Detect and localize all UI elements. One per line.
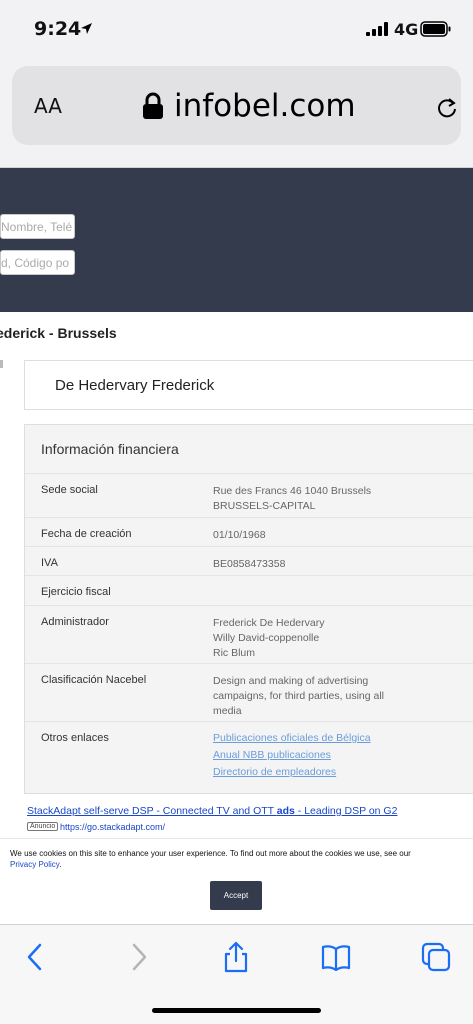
signal-icon bbox=[366, 22, 388, 36]
privacy-policy-link[interactable]: Privacy Policy bbox=[10, 860, 59, 869]
ad-url[interactable]: https://go.stackadapt.com/ bbox=[60, 822, 165, 832]
row-iva: IVA BE0858473358 bbox=[25, 546, 473, 575]
search-location-input[interactable]: d, Código po bbox=[0, 250, 75, 275]
row-clasificacion-nacebel: Clasificación Nacebel Design and making … bbox=[25, 663, 473, 721]
lock-icon bbox=[143, 92, 163, 119]
browser-address-area: AA infobel.com bbox=[0, 58, 473, 168]
ad-badge: Anuncio bbox=[27, 822, 59, 831]
forward-icon[interactable] bbox=[122, 941, 154, 973]
status-time: 9:24 bbox=[34, 18, 82, 40]
row-otros-enlaces: Otros enlaces Publicaciones oficiales de… bbox=[25, 721, 473, 793]
link-publicaciones-oficiales[interactable]: Publicaciones oficiales de Bélgica bbox=[213, 730, 393, 747]
cookie-banner: We use cookies on this site to enhance y… bbox=[0, 838, 473, 924]
value-line: Ric Blum bbox=[213, 647, 256, 659]
link-nbb-publicaciones[interactable]: Anual NBB publicaciones bbox=[213, 747, 393, 764]
row-value: BE0858473358 bbox=[213, 557, 393, 572]
value-line: BRUSSELS-CAPITAL bbox=[213, 500, 316, 512]
address-bar[interactable]: AA infobel.com bbox=[12, 66, 461, 145]
company-name-card: De Hedervary Frederick bbox=[24, 360, 473, 410]
value-line: media bbox=[213, 705, 242, 717]
company-name: De Hedervary Frederick bbox=[55, 377, 215, 394]
row-label: Administrador bbox=[41, 616, 109, 628]
row-fecha-creacion: Fecha de creación 01/10/1968 bbox=[25, 517, 473, 546]
ad-headline-part2: - Leading DSP on G2 bbox=[294, 805, 398, 817]
tabs-icon[interactable] bbox=[420, 941, 452, 973]
financial-info-title: Información financiera bbox=[41, 441, 179, 457]
value-line: BE0858473358 bbox=[213, 558, 286, 570]
row-label: IVA bbox=[41, 557, 58, 569]
cookie-message: We use cookies on this site to enhance y… bbox=[10, 849, 411, 858]
back-icon[interactable] bbox=[20, 941, 52, 973]
link-directorio-empleadores[interactable]: Directorio de empleadores bbox=[213, 764, 393, 781]
reader-settings-button[interactable]: AA bbox=[34, 94, 62, 118]
row-label: Fecha de creación bbox=[41, 528, 132, 540]
reload-icon[interactable] bbox=[436, 97, 458, 119]
value-line: Frederick De Hedervary bbox=[213, 617, 325, 629]
value-line: Willy David-coppenolle bbox=[213, 632, 320, 644]
row-label: Otros enlaces bbox=[41, 732, 109, 744]
value-line: 01/10/1968 bbox=[213, 529, 266, 541]
url-text: infobel.com bbox=[174, 88, 356, 124]
financial-info-panel: Información financiera Sede social Rue d… bbox=[24, 424, 473, 794]
share-icon[interactable] bbox=[220, 941, 252, 973]
battery-icon bbox=[420, 21, 451, 37]
value-line: Rue des Francs 46 1040 Brussels bbox=[213, 485, 372, 497]
status-bar: 9:24 4G bbox=[0, 0, 473, 58]
row-sede-social: Sede social Rue des Francs 46 1040 Bruss… bbox=[25, 473, 473, 517]
row-administrador: Administrador Frederick De Hedervary Wil… bbox=[25, 605, 473, 663]
network-type: 4G bbox=[394, 20, 419, 39]
search-name-input[interactable]: Nombre, Telé bbox=[0, 214, 75, 239]
row-value: Design and making of advertising campaig… bbox=[213, 674, 393, 719]
row-label: Sede social bbox=[41, 484, 98, 496]
bookmarks-icon[interactable] bbox=[320, 941, 352, 973]
row-label: Clasificación Nacebel bbox=[41, 674, 147, 686]
ad-headline-part1: StackAdapt self-serve DSP - Connected TV… bbox=[27, 805, 277, 817]
location-arrow-icon bbox=[81, 23, 92, 34]
page-title: ederick - Brussels bbox=[0, 325, 117, 341]
row-links: Publicaciones oficiales de Bélgica Anual… bbox=[213, 730, 393, 781]
value-line: Design and making of advertising bbox=[213, 675, 369, 687]
cookie-text: We use cookies on this site to enhance y… bbox=[10, 849, 411, 869]
accept-cookies-button[interactable]: Accept bbox=[210, 881, 262, 910]
ad-headline-link[interactable]: StackAdapt self-serve DSP - Connected TV… bbox=[27, 805, 397, 817]
ad-headline-bold: ads bbox=[276, 805, 295, 817]
home-indicator bbox=[152, 1008, 321, 1013]
row-value: 01/10/1968 bbox=[213, 528, 393, 543]
left-marker bbox=[0, 360, 3, 368]
row-value: Frederick De Hedervary Willy David-coppe… bbox=[213, 616, 393, 661]
row-ejercicio-fiscal: Ejercicio fiscal bbox=[25, 575, 473, 605]
row-label: Ejercicio fiscal bbox=[41, 586, 111, 598]
value-line: campaigns, for third parties, using all bbox=[213, 690, 384, 702]
search-header: Nombre, Telé d, Código po bbox=[0, 168, 473, 312]
row-value: Rue des Francs 46 1040 Brussels BRUSSELS… bbox=[213, 484, 393, 514]
